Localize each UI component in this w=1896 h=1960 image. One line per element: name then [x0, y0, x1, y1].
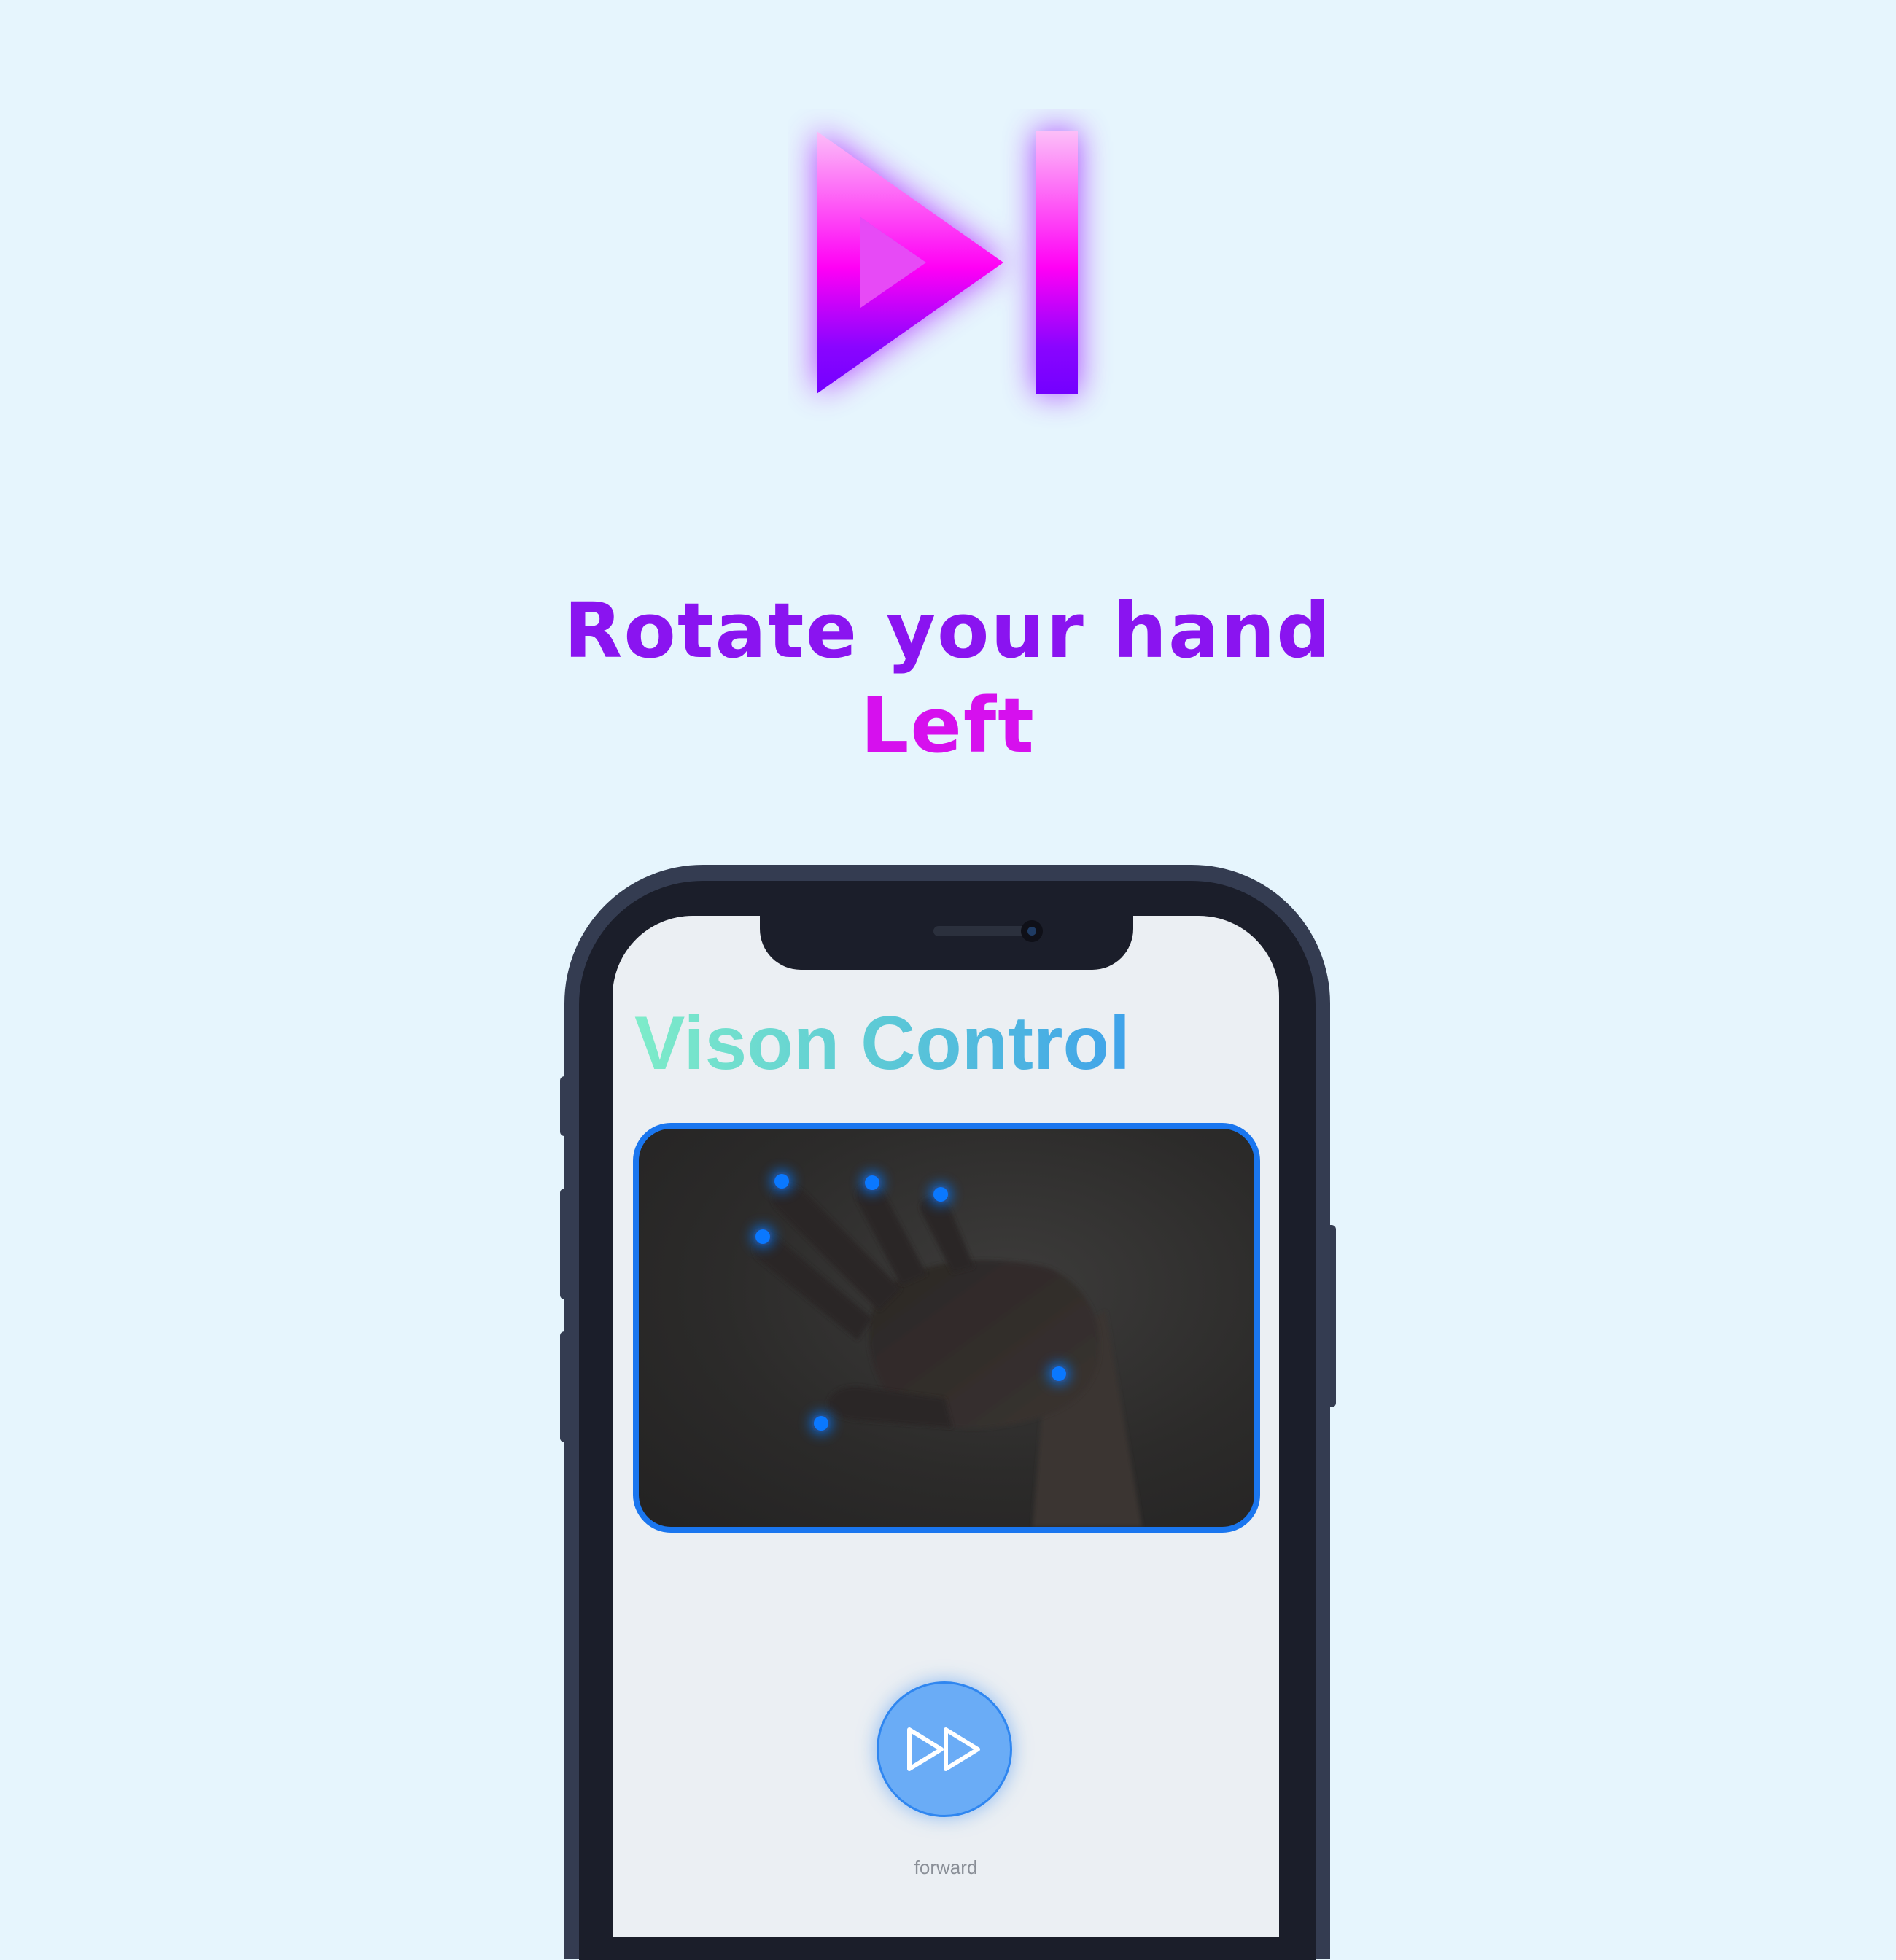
ring-finger	[920, 1196, 974, 1273]
landmark-dot	[933, 1187, 948, 1202]
landmark-dot	[814, 1416, 828, 1431]
hand-image	[753, 1171, 1142, 1527]
app-title: Vison Control	[634, 996, 1130, 1091]
forward-button[interactable]	[877, 1681, 1012, 1817]
landmark-dot	[865, 1175, 879, 1190]
landmark-dot	[755, 1229, 770, 1244]
phone-screen: Vison Control forward	[613, 916, 1279, 1937]
landmark-dot	[1052, 1366, 1066, 1381]
headline-instruction: Rotate your hand	[564, 586, 1332, 675]
headline-direction: Left	[860, 681, 1036, 770]
forward-button-label: forward	[914, 1856, 978, 1878]
fast-forward-icon	[907, 1727, 980, 1771]
front-camera-icon	[1021, 920, 1043, 942]
skip-forward-icon	[817, 131, 1078, 394]
landmark-dot	[774, 1174, 789, 1189]
camera-preview	[633, 1123, 1260, 1533]
phone-notch	[760, 904, 1133, 970]
phone-speaker	[933, 926, 1028, 936]
